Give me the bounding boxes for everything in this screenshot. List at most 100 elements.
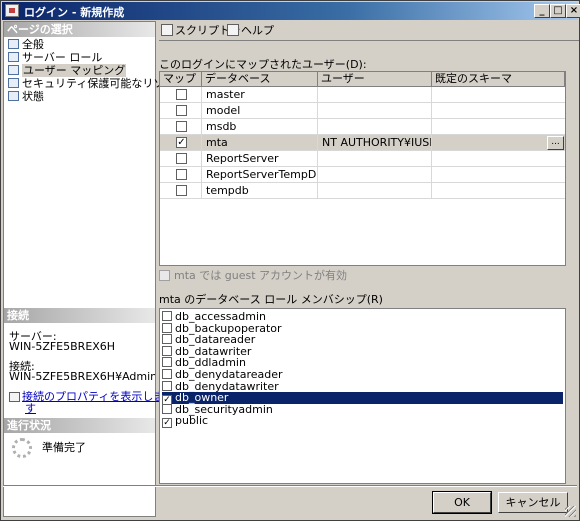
map-cell [160, 87, 202, 103]
role-checkbox[interactable] [162, 311, 172, 321]
mapping-label: このログインにマップされたユーザー(D): [159, 58, 367, 71]
user-cell[interactable] [318, 103, 432, 119]
map-checkbox[interactable] [176, 169, 187, 180]
map-checkbox[interactable] [176, 153, 187, 164]
page-item-label: 全般 [22, 38, 44, 51]
page-icon [8, 39, 19, 49]
main-pane: スクリプト ▼ ヘルプ このログインにマップされたユーザー(D): マップ デー… [159, 21, 579, 485]
schema-cell[interactable] [432, 135, 565, 151]
role-checkbox[interactable] [162, 322, 172, 333]
table-row[interactable]: master [160, 87, 565, 103]
map-cell: ✓ [160, 135, 202, 151]
script-label: スクリプト [175, 24, 230, 37]
progress-spinner-icon [12, 438, 32, 458]
user-mapping-grid: マップ データベース ユーザー 既定のスキーマ master model msdb ✓… [159, 71, 566, 266]
user-cell[interactable] [318, 87, 432, 103]
login-dialog: ログイン - 新規作成 _ □ × ページの選択 全般 サーバー ロール ユーザ… [0, 0, 580, 521]
map-checkbox[interactable] [176, 185, 187, 196]
cancel-button[interactable]: キャンセル [498, 492, 568, 513]
column-header-map[interactable]: マップ [160, 72, 202, 87]
list-item[interactable]: ✓ public [162, 415, 563, 429]
left-pane: ページの選択 全般 サーバー ロール ユーザー マッピング セキュリティ保護可能… [3, 21, 186, 517]
page-item-label: ユーザー マッピング [22, 64, 127, 77]
map-checkbox[interactable] [176, 105, 187, 116]
list-item[interactable]: db_securityadmin [162, 403, 563, 416]
schema-cell[interactable] [432, 151, 565, 167]
user-cell[interactable] [318, 151, 432, 167]
bottom-separator [3, 485, 577, 487]
ok-button[interactable]: OK [432, 491, 492, 514]
map-checkbox[interactable] [176, 121, 187, 132]
browse-schema-button[interactable]: ... [547, 136, 564, 150]
column-header-database[interactable]: データベース [202, 72, 318, 87]
role-checkbox[interactable] [162, 334, 172, 345]
schema-cell[interactable] [432, 183, 565, 199]
database-cell: model [202, 103, 318, 119]
role-membership-label: mta のデータベース ロール メンバシップ(R) [159, 293, 383, 306]
user-cell[interactable] [318, 119, 432, 135]
schema-cell[interactable] [432, 87, 565, 103]
server-value: WIN-5ZFE5BREX6H [9, 340, 116, 353]
user-cell[interactable]: NT AUTHORITY¥IUSR [318, 135, 432, 151]
connection-header: 接続 [4, 308, 155, 323]
database-cell: master [202, 87, 318, 103]
connection-section: 接続 サーバー: WIN-5ZFE5BREX6H 接続: WIN-5ZFE5BR… [4, 308, 164, 418]
resize-grip-icon[interactable] [565, 506, 576, 517]
role-checkbox[interactable]: ✓ [162, 418, 172, 429]
table-row[interactable]: ✓ mta NT AUTHORITY¥IUSR... [160, 135, 565, 151]
role-checkbox[interactable] [162, 357, 172, 368]
progress-section: 進行状況 準備完了 [4, 418, 155, 516]
table-row[interactable]: ReportServer [160, 151, 565, 167]
role-checkbox[interactable] [162, 369, 172, 379]
column-header-schema[interactable]: 既定のスキーマ [432, 72, 565, 87]
script-icon [161, 24, 173, 36]
role-membership-list: db_accessadmin db_backupoperator db_datare… [159, 308, 566, 484]
map-cell [160, 183, 202, 199]
schema-cell[interactable] [432, 167, 565, 183]
page-item-general[interactable]: 全般 [8, 38, 44, 51]
connection-properties-text-cont[interactable]: す [25, 402, 36, 415]
help-button[interactable]: ヘルプ [227, 24, 274, 38]
role-checkbox[interactable] [162, 403, 172, 414]
page-icon [8, 52, 19, 62]
page-item-label: 状態 [22, 90, 44, 103]
help-icon [227, 24, 239, 36]
user-cell[interactable] [318, 167, 432, 183]
progress-status: 準備完了 [42, 441, 86, 454]
toolbar: スクリプト ▼ ヘルプ [159, 21, 579, 41]
guest-account-option: mta では guest アカウントが有効 [159, 267, 347, 283]
maximize-button[interactable]: □ [550, 4, 566, 18]
database-cell: ReportServer [202, 151, 318, 167]
page-icon [8, 91, 19, 101]
database-cell: mta [202, 135, 318, 151]
map-checkbox[interactable] [176, 89, 187, 100]
table-row[interactable]: msdb [160, 119, 565, 135]
schema-cell[interactable] [432, 119, 565, 135]
page-item-status[interactable]: 状態 [8, 90, 44, 103]
user-cell[interactable] [318, 183, 432, 199]
guest-checkbox [159, 270, 170, 281]
connection-properties-link-cont[interactable]: す [25, 400, 36, 416]
column-header-user[interactable]: ユーザー [318, 72, 432, 87]
database-cell: msdb [202, 119, 318, 135]
guest-label: mta では guest アカウントが有効 [174, 269, 348, 282]
role-checkbox[interactable] [162, 380, 172, 391]
connection-value: WIN-5ZFE5BREX6H¥Administrator [9, 370, 155, 383]
minimize-button[interactable]: _ [534, 4, 550, 18]
role-checkbox[interactable] [162, 345, 172, 356]
page-icon [8, 78, 19, 88]
map-cell [160, 119, 202, 135]
table-row[interactable]: ReportServerTempDB [160, 167, 565, 183]
app-icon [5, 4, 19, 17]
map-cell [160, 167, 202, 183]
page-icon [8, 65, 19, 75]
connection-properties-text[interactable]: 接続のプロパティを表示しま [22, 390, 164, 403]
page-select-header: ページの選択 [4, 22, 155, 37]
schema-cell[interactable] [432, 103, 565, 119]
close-button[interactable]: × [566, 4, 580, 18]
page-item-server-roles[interactable]: サーバー ロール [8, 51, 102, 64]
map-checkbox[interactable]: ✓ [176, 137, 187, 148]
page-item-user-mapping[interactable]: ユーザー マッピング [8, 64, 127, 77]
table-row[interactable]: tempdb [160, 183, 565, 199]
table-row[interactable]: model [160, 103, 565, 119]
